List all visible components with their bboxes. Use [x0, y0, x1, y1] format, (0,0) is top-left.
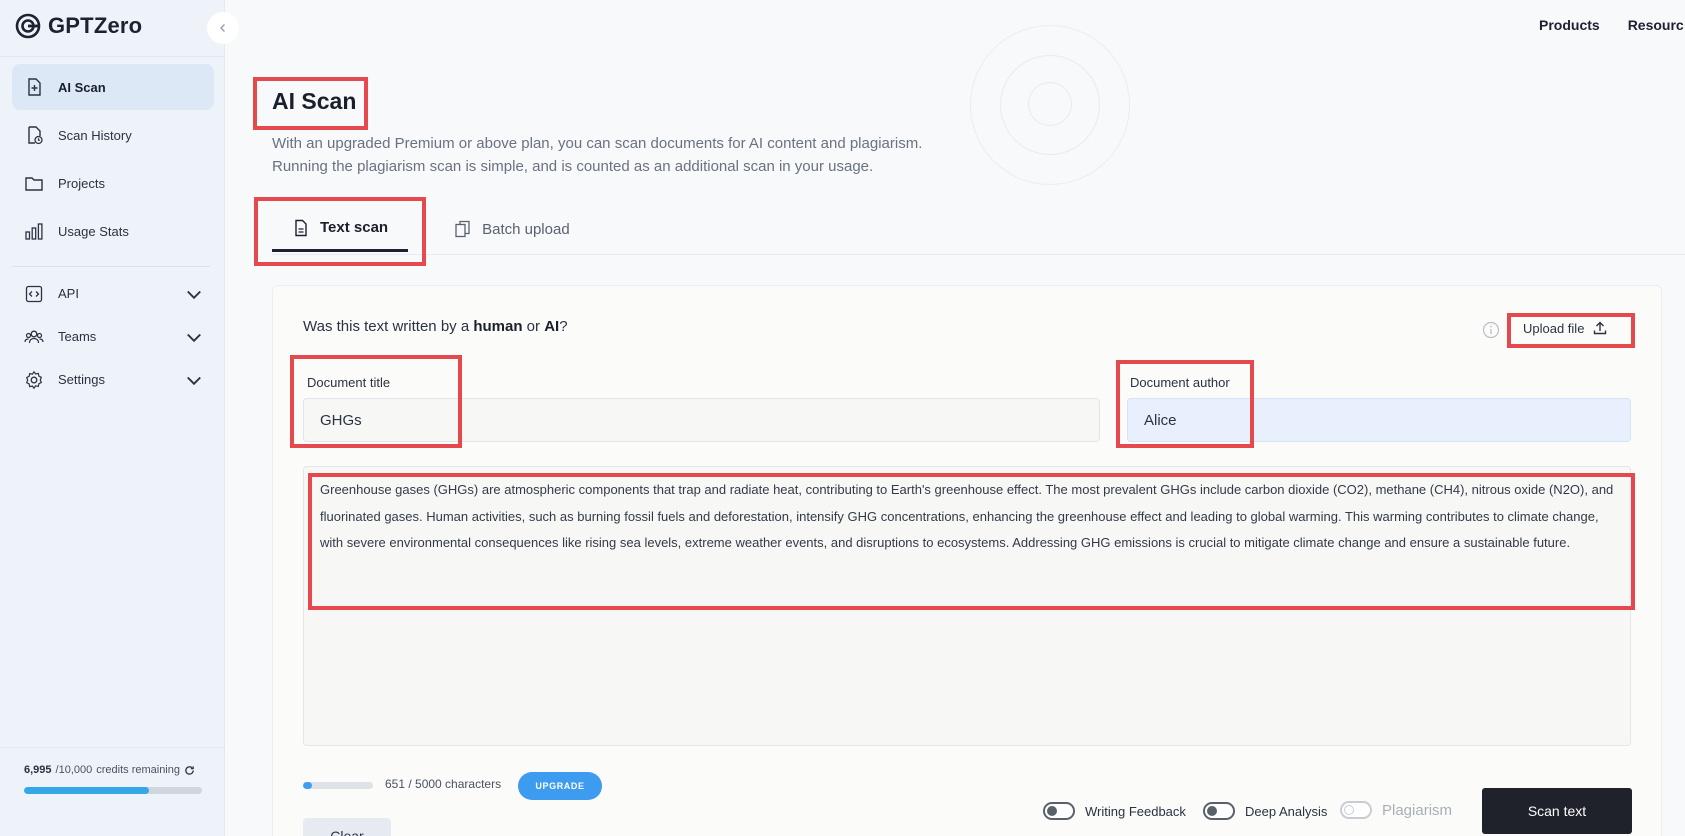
- users-icon: [24, 330, 44, 343]
- credits-progress-bar: [24, 787, 202, 794]
- character-count: 651 / 5000 characters: [385, 777, 502, 791]
- sidebar-item-scan-history[interactable]: Scan History: [12, 112, 214, 158]
- gear-icon: [25, 370, 43, 389]
- copy-files-icon: [455, 220, 470, 238]
- writing-feedback-toggle[interactable]: Writing Feedback: [1043, 802, 1186, 820]
- code-icon: [25, 285, 43, 302]
- credits-used: 6,995: [24, 764, 52, 776]
- document-title-label: Document title: [307, 375, 391, 390]
- credits-progress-fill: [24, 787, 149, 794]
- question-ai: AI: [544, 318, 560, 335]
- sidebar-item-label: Teams: [58, 329, 97, 344]
- app-name: GPTZero: [48, 13, 143, 38]
- question-text: or: [522, 318, 545, 335]
- scan-question: Was this text written by a human or AI?: [303, 318, 568, 335]
- scan-tabs: Text scan Batch upload: [272, 206, 590, 252]
- sidebar-item-api[interactable]: API: [12, 273, 214, 314]
- sidebar-item-label: Settings: [58, 372, 105, 387]
- toggle-label: Writing Feedback: [1085, 803, 1186, 819]
- question-text: Was this text written by a: [303, 318, 474, 335]
- sidebar-item-usage-stats[interactable]: Usage Stats: [12, 208, 214, 254]
- tabs-divider: [272, 254, 1685, 255]
- description-line: Running the plagiarism scan is simple, a…: [272, 158, 874, 175]
- file-clock-icon: [28, 126, 43, 145]
- document-author-input[interactable]: [1127, 398, 1631, 442]
- scan-text-button[interactable]: Scan text: [1482, 788, 1632, 834]
- folder-icon: [25, 177, 43, 191]
- credits-remaining: 6,995 /10,000 credits remaining: [24, 764, 195, 776]
- toggle-switch[interactable]: [1340, 801, 1372, 819]
- sidebar-item-projects[interactable]: Projects: [12, 160, 214, 206]
- gptzero-logo-icon: [15, 13, 41, 39]
- credits-total: /10,000: [55, 764, 93, 776]
- divider: [12, 266, 210, 267]
- sidebar-nav: AI Scan Scan History Projects Usage Stat…: [12, 64, 214, 256]
- tab-text-scan[interactable]: Text scan: [272, 206, 409, 252]
- tab-label: Batch upload: [482, 220, 570, 238]
- character-progress-fill: [303, 782, 313, 789]
- document-author-label: Document author: [1130, 375, 1230, 390]
- toggle-label: Plagiarism: [1382, 801, 1453, 819]
- deep-analysis-toggle[interactable]: Deep Analysis: [1203, 802, 1327, 820]
- upload-file-label: Upload file: [1523, 320, 1585, 336]
- logo[interactable]: GPTZero: [14, 12, 142, 40]
- page-title: AI Scan: [272, 88, 357, 114]
- toggle-label: Deep Analysis: [1245, 803, 1328, 819]
- chevron-down-icon: [187, 333, 201, 342]
- sidebar-groups: API Teams Settings: [12, 273, 214, 402]
- document-title-input[interactable]: [303, 398, 1100, 442]
- info-icon[interactable]: [1482, 321, 1500, 339]
- sidebar: GPTZero AI Scan Scan History Projects Us…: [0, 0, 225, 836]
- sidebar-item-teams[interactable]: Teams: [12, 316, 214, 357]
- upload-icon: [1594, 321, 1607, 335]
- credits-suffix: credits remaining: [96, 764, 180, 776]
- description-line: With an upgraded Premium or above plan, …: [272, 135, 923, 152]
- tab-label: Text scan: [320, 219, 389, 236]
- decorative-circle: [1028, 82, 1072, 126]
- top-nav: Products Resourc: [1539, 17, 1684, 33]
- upload-file-button[interactable]: Upload file: [1523, 320, 1608, 336]
- sidebar-item-settings[interactable]: Settings: [12, 359, 214, 400]
- character-progress-bar: [303, 782, 373, 789]
- divider: [0, 747, 225, 748]
- nav-resources[interactable]: Resourc: [1628, 17, 1684, 33]
- scan-text-area[interactable]: Greenhouse gases (GHGs) are atmospheric …: [303, 466, 1631, 746]
- question-text: ?: [559, 318, 568, 335]
- document-icon: [295, 219, 307, 236]
- nav-products[interactable]: Products: [1539, 17, 1600, 33]
- divider: [0, 56, 225, 57]
- plagiarism-toggle[interactable]: Plagiarism: [1340, 801, 1452, 819]
- bar-chart-icon: [25, 223, 43, 240]
- sidebar-item-ai-scan[interactable]: AI Scan: [12, 64, 214, 110]
- sidebar-item-label: API: [58, 286, 79, 301]
- toggle-switch[interactable]: [1203, 802, 1235, 820]
- upgrade-button[interactable]: UPGRADE: [518, 772, 602, 800]
- sidebar-item-label: Projects: [58, 175, 105, 191]
- chevron-left-icon: [219, 23, 226, 33]
- collapse-sidebar-button[interactable]: [207, 12, 239, 44]
- question-human: human: [473, 318, 523, 335]
- sidebar-item-label: Usage Stats: [58, 223, 129, 239]
- chevron-down-icon: [187, 290, 201, 299]
- tab-batch-upload[interactable]: Batch upload: [434, 206, 590, 252]
- page-description: With an upgraded Premium or above plan, …: [272, 132, 972, 178]
- toggle-switch[interactable]: [1043, 802, 1075, 820]
- clear-button[interactable]: Clear: [303, 818, 391, 836]
- chevron-down-icon: [187, 376, 201, 385]
- refresh-icon[interactable]: [184, 765, 195, 776]
- file-plus-icon: [28, 78, 41, 96]
- sidebar-item-label: Scan History: [58, 127, 132, 143]
- sidebar-item-label: AI Scan: [58, 79, 106, 95]
